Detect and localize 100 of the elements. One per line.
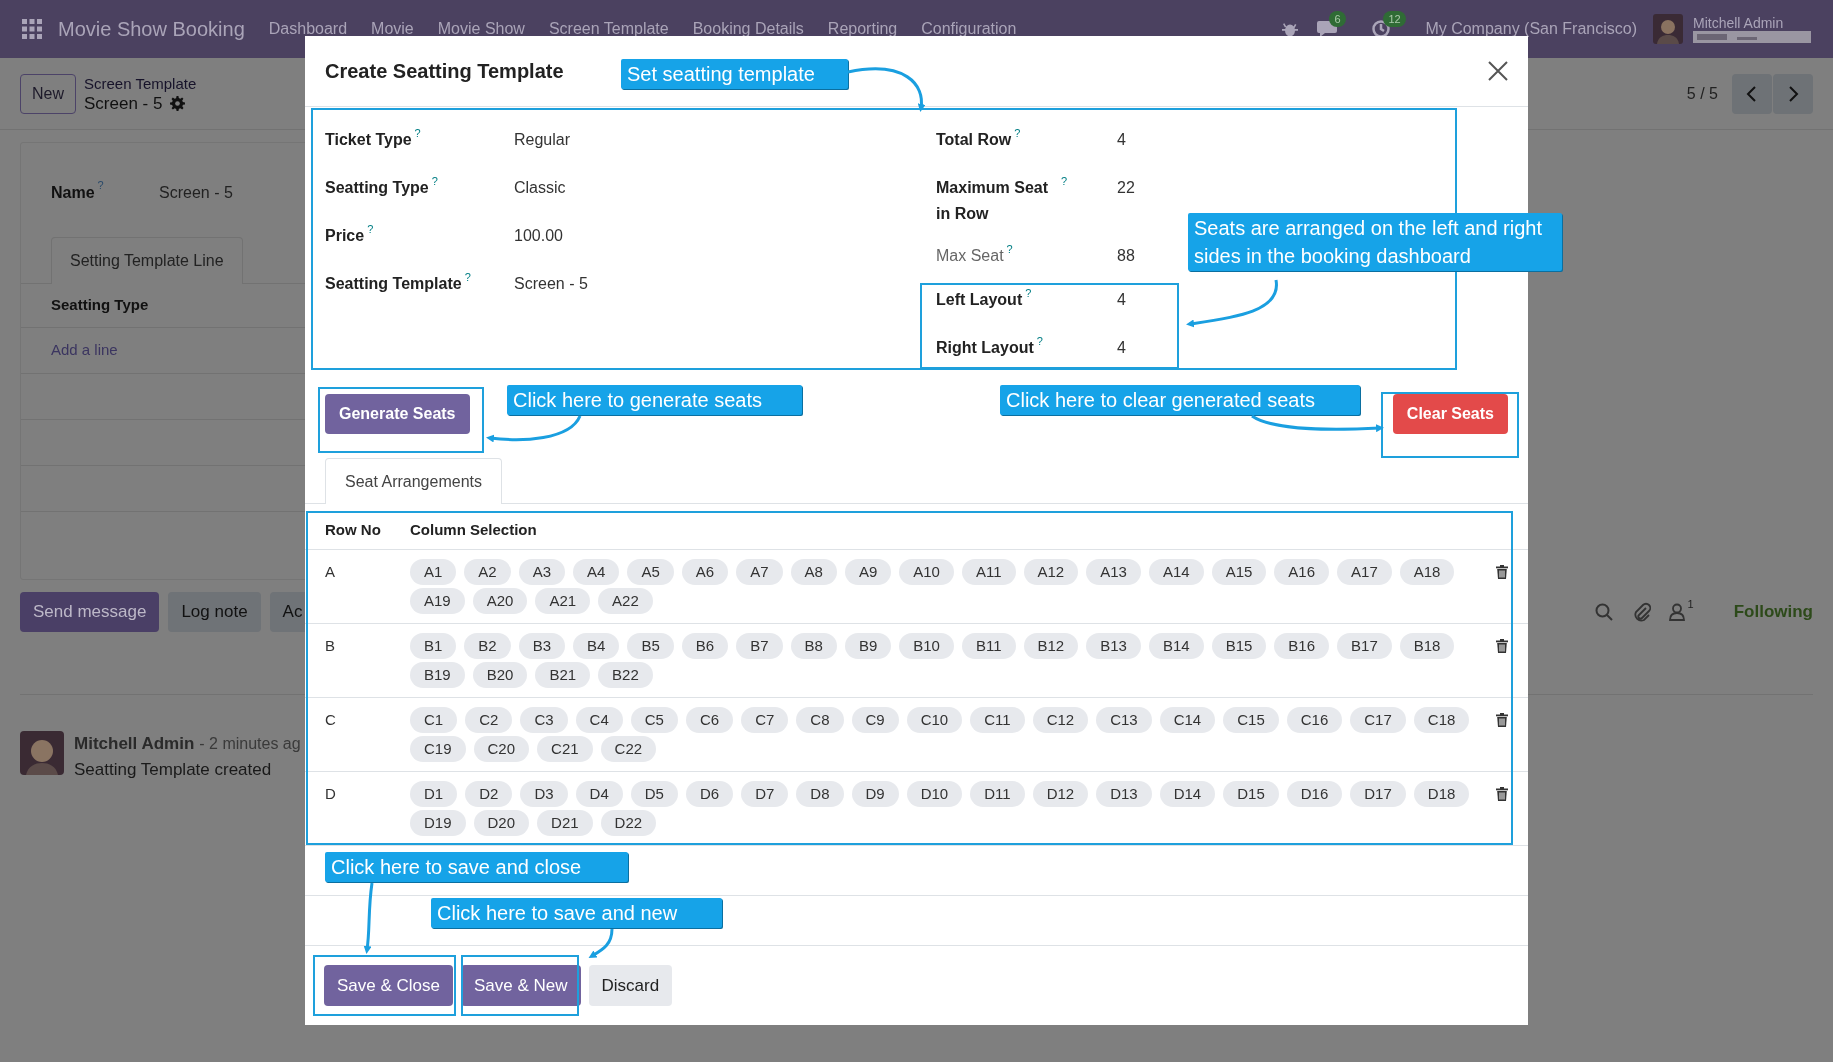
row-label: C	[325, 710, 337, 730]
pager-value: 5 / 5	[1686, 83, 1718, 104]
help-mark[interactable]: ?	[431, 175, 438, 187]
help-mark[interactable]: ?	[1025, 287, 1032, 299]
search-icon[interactable]	[1594, 603, 1613, 621]
field-value: 100.00	[514, 226, 563, 246]
chatter-button[interactable]: Send message	[20, 592, 160, 632]
seat-tag: B5	[627, 633, 674, 659]
field-value: 4	[1117, 130, 1126, 150]
seat-tag: D6	[685, 781, 734, 807]
seat-tag: D21	[537, 810, 593, 836]
seat-tag: C11	[970, 707, 1025, 733]
callout: Click here to save and close	[325, 852, 628, 882]
seat-tag: C7	[741, 707, 789, 733]
action-button[interactable]: Generate Seats	[325, 394, 470, 434]
seat-tag: D3	[520, 781, 568, 807]
seat-tag: D9	[851, 781, 899, 807]
field-label: Ticket Type	[325, 130, 412, 150]
help-mark[interactable]: ?	[1006, 243, 1013, 255]
field-label: Name	[51, 183, 95, 203]
seat-tag: C10	[906, 707, 963, 733]
seat-tag: B13	[1086, 633, 1141, 659]
seat-tag: A17	[1337, 559, 1392, 585]
field-label: Max Seat	[936, 246, 1004, 266]
delete-icon[interactable]	[1496, 565, 1508, 579]
seat-tag: B22	[598, 662, 653, 688]
seat-tag: A8	[790, 559, 837, 585]
seat-tag: B12	[1023, 633, 1079, 659]
field-label: Price	[325, 226, 365, 246]
help-mark[interactable]: ?	[367, 223, 374, 235]
seat-tag: A12	[1023, 559, 1079, 585]
help-mark[interactable]: ?	[1036, 335, 1043, 347]
follower-count: 1	[1687, 597, 1694, 612]
delete-icon[interactable]	[1496, 713, 1508, 727]
seat-tag: B15	[1211, 633, 1267, 659]
help-mark[interactable]: ?	[1014, 127, 1021, 139]
row-label: B	[325, 636, 336, 656]
field-value: Screen - 5	[514, 274, 588, 294]
field-label: Seatting Type	[325, 178, 429, 198]
seat-tag: B6	[681, 633, 729, 659]
seat-tag: A14	[1148, 559, 1204, 585]
message-time: - 2 minutes ag	[199, 734, 301, 754]
dialog-title: Create Seatting Template	[325, 59, 564, 84]
following-button[interactable]: Following	[1733, 599, 1813, 625]
user-name[interactable]: Mitchell Admin	[1693, 15, 1811, 31]
help-mark[interactable]: ?	[414, 127, 421, 139]
delete-icon[interactable]	[1496, 639, 1508, 653]
paperclip-icon[interactable]	[1632, 602, 1651, 622]
seat-tag: A10	[899, 559, 954, 585]
seat-tag: B18	[1399, 633, 1455, 659]
seat-tag: C12	[1032, 707, 1089, 733]
seat-tag: A11	[961, 559, 1016, 585]
help-mark[interactable]: ?	[1060, 175, 1067, 187]
seat-tag: A3	[518, 559, 566, 585]
seat-tag: A22	[598, 588, 653, 614]
footer-button[interactable]: Save & New	[461, 965, 581, 1006]
column-header: Row No	[325, 519, 382, 540]
close-icon[interactable]	[1488, 61, 1508, 81]
seat-tag: C16	[1286, 707, 1343, 733]
dialog-tab[interactable]: Seat Arrangements	[325, 458, 502, 504]
seat-tag: D7	[741, 781, 789, 807]
delete-icon[interactable]	[1496, 787, 1508, 801]
add-line-link[interactable]: Add a line	[51, 339, 118, 362]
seat-tag: C8	[796, 707, 844, 733]
person-icon[interactable]	[1668, 603, 1685, 621]
footer-button[interactable]: Discard	[588, 965, 673, 1006]
help-mark[interactable]: ?	[464, 271, 471, 283]
bug-icon[interactable]	[1281, 20, 1300, 38]
column-header: Seatting Type	[51, 295, 149, 316]
seat-tag: D8	[796, 781, 844, 807]
seat-tag: D22	[600, 810, 657, 836]
callout: Click here to clear generated seats	[1000, 385, 1360, 415]
form-tab[interactable]: Setting Template Line	[51, 237, 243, 284]
help-mark[interactable]: ?	[97, 177, 104, 194]
seat-tag: C19	[410, 736, 466, 762]
field-value: 22	[1117, 178, 1135, 198]
next-button[interactable]	[1773, 73, 1813, 114]
field-value: Regular	[514, 130, 571, 150]
seat-tag: B11	[961, 633, 1016, 659]
seat-tag: D15	[1223, 781, 1279, 807]
apps-menu-icon[interactable]	[22, 19, 42, 39]
user-avatar[interactable]	[1653, 14, 1683, 44]
callout-arrow	[588, 928, 614, 959]
action-button[interactable]: Clear Seats	[1392, 394, 1508, 434]
seat-tag: D13	[1096, 781, 1152, 807]
seat-tag: B2	[464, 633, 511, 659]
seat-tag: B1	[410, 633, 457, 659]
settings-icon[interactable]	[170, 96, 186, 111]
breadcrumb-link[interactable]: Screen Template	[84, 73, 197, 94]
app-name[interactable]: Movie Show Booking	[58, 14, 245, 44]
callout: Click here to generate seats	[507, 385, 802, 415]
count-badge: 12	[1383, 11, 1406, 27]
seat-tag: D20	[473, 810, 530, 836]
seat-tag: D17	[1350, 781, 1406, 807]
chatter-button[interactable]: Log note	[168, 592, 261, 632]
field-value: 4	[1117, 338, 1126, 358]
new-button[interactable]: New	[20, 73, 76, 114]
footer-button[interactable]: Save & Close	[324, 965, 453, 1006]
seat-tag: A20	[472, 588, 528, 614]
previous-button[interactable]	[1732, 73, 1772, 114]
